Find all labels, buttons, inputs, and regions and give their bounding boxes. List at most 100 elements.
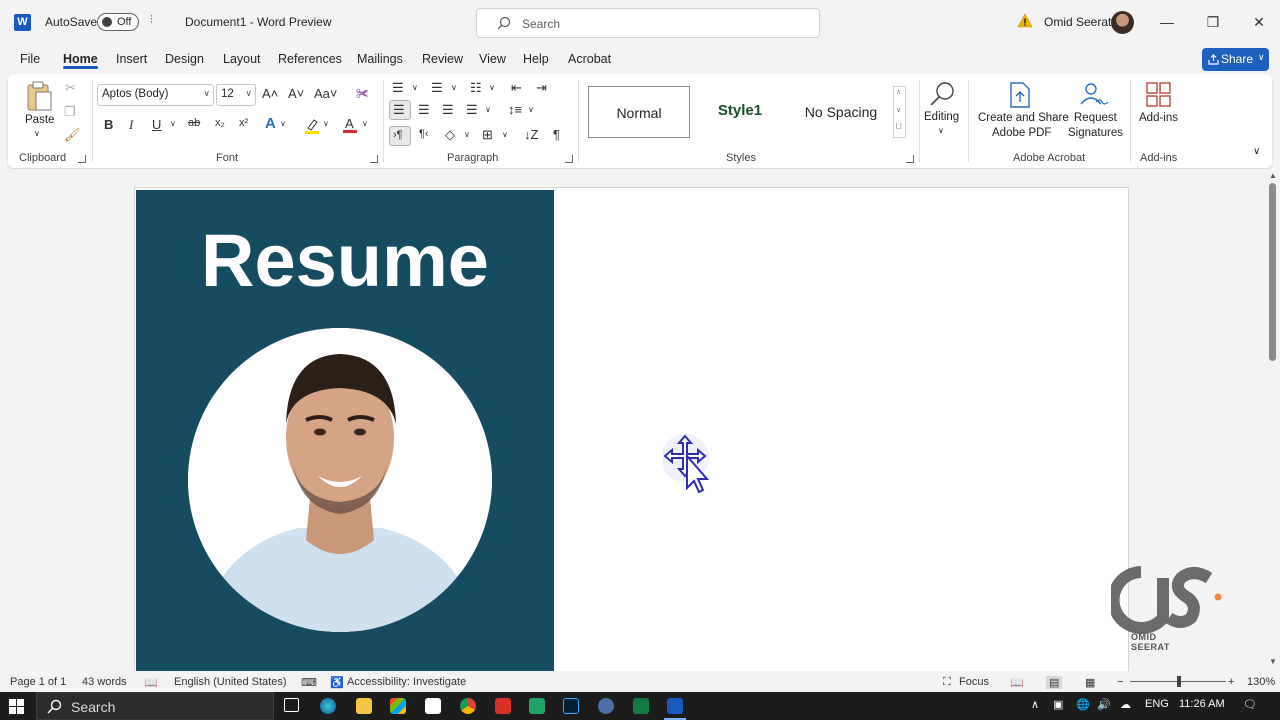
tab-view[interactable]: View bbox=[479, 52, 506, 66]
chevron-down-icon[interactable]: ∨ bbox=[34, 129, 40, 138]
create-pdf-icon[interactable] bbox=[1009, 82, 1031, 108]
user-name[interactable]: Omid Seerat bbox=[1044, 15, 1111, 29]
tab-file[interactable]: File bbox=[20, 52, 40, 66]
more-styles-icon[interactable]: ⨆ bbox=[896, 123, 902, 131]
scroll-down-icon[interactable]: ▼ bbox=[1269, 657, 1277, 666]
change-case-icon[interactable]: Aa˅ bbox=[314, 86, 338, 101]
taskbar-search[interactable]: Search bbox=[36, 692, 274, 720]
highlight-icon[interactable] bbox=[304, 118, 320, 134]
tab-layout[interactable]: Layout bbox=[223, 52, 261, 66]
tab-acrobat[interactable]: Acrobat bbox=[568, 52, 611, 66]
request-signatures-icon[interactable] bbox=[1078, 82, 1110, 108]
chrome-icon[interactable] bbox=[460, 698, 476, 714]
app-blue-icon[interactable] bbox=[598, 698, 614, 714]
styles-scroll[interactable]: ∧ ∨ ⨆ bbox=[893, 86, 906, 138]
style-normal[interactable]: Normal bbox=[588, 86, 690, 138]
focus-icon[interactable]: ⛶ bbox=[943, 676, 951, 689]
scroll-up-icon[interactable]: ▲ bbox=[1269, 171, 1277, 180]
excel-icon[interactable] bbox=[633, 698, 649, 714]
format-painter-icon[interactable]: 🖌 bbox=[64, 127, 81, 143]
task-view-icon[interactable] bbox=[284, 698, 299, 712]
document-canvas[interactable]: Resume OMID SEERAT bbox=[0, 169, 1266, 671]
font-size-combo[interactable]: 12 ∨ bbox=[216, 84, 256, 106]
print-layout-icon[interactable]: ▤ bbox=[1046, 676, 1063, 689]
underline-icon[interactable]: U bbox=[152, 117, 161, 132]
font-color-icon[interactable]: A bbox=[342, 116, 358, 134]
tab-design[interactable]: Design bbox=[165, 52, 204, 66]
chevron-down-icon[interactable]: ∨ bbox=[323, 119, 329, 128]
chevron-down-icon[interactable]: ∨ bbox=[451, 83, 457, 92]
align-right-icon[interactable]: ☰ bbox=[442, 102, 454, 118]
close-button[interactable]: ✕ bbox=[1236, 10, 1280, 36]
tab-help[interactable]: Help bbox=[523, 52, 549, 66]
zoom-slider-thumb[interactable] bbox=[1177, 676, 1181, 687]
clear-formatting-icon[interactable]: ✀ bbox=[356, 86, 369, 102]
restore-button[interactable]: ❐ bbox=[1190, 10, 1236, 36]
language-indicator[interactable]: ENG bbox=[1145, 698, 1169, 710]
justify-icon[interactable]: ☰ bbox=[466, 102, 478, 118]
font-name-combo[interactable]: Aptos (Body) ∨ bbox=[97, 84, 214, 106]
chevron-down-icon[interactable]: ∨ bbox=[280, 119, 286, 128]
chevron-down-icon[interactable]: ∨ bbox=[896, 106, 901, 114]
chevron-down-icon[interactable]: ∨ bbox=[489, 83, 495, 92]
zoom-in-icon[interactable]: + bbox=[1228, 676, 1234, 688]
decrease-indent-icon[interactable]: ⇤ bbox=[511, 80, 522, 96]
add-ins-icon[interactable] bbox=[1146, 82, 1172, 108]
scroll-thumb[interactable] bbox=[1269, 183, 1276, 361]
align-center-icon[interactable]: ☰ bbox=[418, 102, 430, 118]
clock[interactable]: 11:26 AM bbox=[1179, 698, 1225, 710]
chevron-down-icon[interactable]: ∨ bbox=[528, 105, 534, 114]
create-share-label-1[interactable]: Create and Share bbox=[978, 112, 1069, 124]
tab-mailings[interactable]: Mailings bbox=[357, 52, 403, 66]
shading-icon[interactable]: ◇ bbox=[445, 127, 455, 143]
zoom-out-icon[interactable]: − bbox=[1117, 676, 1123, 688]
web-layout-icon[interactable]: ▦ bbox=[1085, 676, 1095, 689]
tab-review[interactable]: Review bbox=[422, 52, 463, 66]
numbering-icon[interactable]: ☰ bbox=[431, 80, 443, 96]
edge-icon[interactable] bbox=[320, 698, 336, 714]
accessibility-icon[interactable]: ♿ bbox=[330, 676, 344, 689]
customize-qat-icon[interactable]: ⫶ bbox=[150, 14, 153, 27]
chevron-up-icon[interactable]: ∧ bbox=[896, 88, 901, 96]
chevron-down-icon[interactable]: ∨ bbox=[502, 130, 508, 139]
clipboard-launcher-icon[interactable] bbox=[78, 155, 86, 163]
accessibility-status[interactable]: Accessibility: Investigate bbox=[347, 676, 466, 688]
focus-button[interactable]: Focus bbox=[959, 676, 989, 688]
collapse-ribbon-icon[interactable]: ∨ bbox=[1253, 146, 1260, 157]
font-launcher-icon[interactable] bbox=[370, 155, 378, 163]
style-no-spacing[interactable]: No Spacing bbox=[791, 86, 891, 138]
chevron-down-icon[interactable]: ∨ bbox=[464, 130, 470, 139]
ltr-button[interactable]: ›¶ bbox=[389, 126, 411, 146]
profile-photo[interactable] bbox=[188, 328, 492, 632]
italic-icon[interactable]: I bbox=[129, 117, 133, 133]
warning-icon[interactable] bbox=[1017, 13, 1033, 29]
store-icon[interactable] bbox=[390, 698, 406, 714]
paste-icon[interactable] bbox=[25, 80, 53, 112]
chevron-down-icon[interactable]: ∨ bbox=[412, 83, 418, 92]
subscript-icon[interactable]: x₂ bbox=[215, 117, 225, 129]
increase-indent-icon[interactable]: ⇥ bbox=[536, 80, 547, 96]
predictions-icon[interactable]: ⌨ bbox=[301, 676, 317, 689]
weather-icon[interactable]: ☁ bbox=[1120, 698, 1131, 711]
chevron-down-icon[interactable]: ∨ bbox=[938, 126, 944, 135]
proofing-icon[interactable]: 📖 bbox=[144, 676, 158, 689]
language[interactable]: English (United States) bbox=[174, 676, 287, 688]
resume-title[interactable]: Resume bbox=[136, 218, 554, 303]
chevron-down-icon[interactable]: ∨ bbox=[362, 119, 368, 128]
request-label-1[interactable]: Request bbox=[1074, 112, 1117, 124]
superscript-icon[interactable]: x² bbox=[239, 117, 248, 129]
rtl-icon[interactable]: ¶‹ bbox=[419, 128, 429, 140]
align-left-button[interactable]: ☰ bbox=[389, 100, 411, 120]
bullets-icon[interactable]: ☰ bbox=[392, 80, 404, 96]
avatar[interactable] bbox=[1111, 11, 1134, 34]
text-effects-icon[interactable]: A bbox=[265, 115, 276, 132]
page-count[interactable]: Page 1 of 1 bbox=[10, 676, 66, 688]
grow-font-icon[interactable]: A˄ bbox=[262, 86, 278, 101]
read-mode-icon[interactable]: 📖 bbox=[1010, 676, 1024, 689]
magnifier-icon[interactable] bbox=[928, 80, 958, 110]
cut-icon[interactable]: ✂ bbox=[65, 80, 76, 96]
share-button[interactable]: Share ∨ bbox=[1202, 48, 1269, 71]
autosave-toggle[interactable]: Off bbox=[97, 13, 139, 31]
vertical-scrollbar[interactable]: ▲ ▼ bbox=[1266, 169, 1280, 671]
document-page[interactable]: Resume OMID SEERAT bbox=[134, 187, 1222, 671]
